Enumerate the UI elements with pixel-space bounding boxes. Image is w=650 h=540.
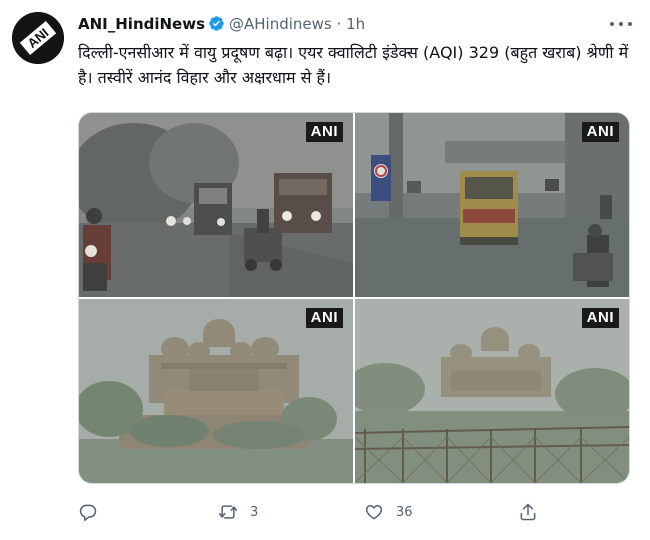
tweet[interactable]: ANI ANI_HindiNews @AHindinews · 1h दिल्ली… bbox=[0, 0, 650, 540]
verified-badge-icon bbox=[209, 16, 224, 31]
photo-smog-street[interactable]: ANI bbox=[355, 113, 629, 297]
like-count: 36 bbox=[396, 504, 413, 520]
reply-button[interactable] bbox=[78, 500, 110, 524]
tweet-actions: 3 36 bbox=[78, 500, 638, 524]
avatar[interactable]: ANI bbox=[12, 12, 64, 64]
reply-icon bbox=[79, 504, 97, 522]
heart-icon bbox=[365, 505, 383, 520]
share-icon bbox=[520, 503, 536, 521]
ani-watermark: ANI bbox=[305, 308, 343, 328]
ani-watermark: ANI bbox=[581, 122, 619, 142]
tweet-text: दिल्ली-एनसीआर में वायु प्रदूषण बढ़ा। एयर… bbox=[78, 43, 629, 87]
photo-smog-road[interactable]: ANI bbox=[79, 113, 353, 297]
like-button[interactable]: 36 bbox=[364, 500, 413, 524]
timestamp[interactable]: 1h bbox=[346, 15, 365, 33]
ani-logo: ANI bbox=[12, 12, 64, 64]
ani-watermark: ANI bbox=[305, 122, 343, 142]
media-grid: ANI ANI ANI ANI bbox=[78, 112, 630, 484]
separator-dot: · bbox=[336, 15, 342, 33]
retweet-count: 3 bbox=[250, 504, 259, 520]
retweet-button[interactable]: 3 bbox=[218, 500, 258, 524]
ani-watermark: ANI bbox=[581, 308, 619, 328]
retweet-icon bbox=[218, 505, 238, 519]
share-button[interactable] bbox=[518, 500, 538, 524]
display-name[interactable]: ANI_HindiNews bbox=[78, 15, 205, 33]
photo-akshardham-2[interactable]: ANI bbox=[355, 299, 629, 483]
tweet-header: ANI_HindiNews @AHindinews · 1h bbox=[78, 15, 365, 37]
user-handle[interactable]: @AHindinews bbox=[229, 15, 332, 33]
photo-akshardham-1[interactable]: ANI bbox=[79, 299, 353, 483]
more-options-icon[interactable] bbox=[610, 16, 632, 32]
